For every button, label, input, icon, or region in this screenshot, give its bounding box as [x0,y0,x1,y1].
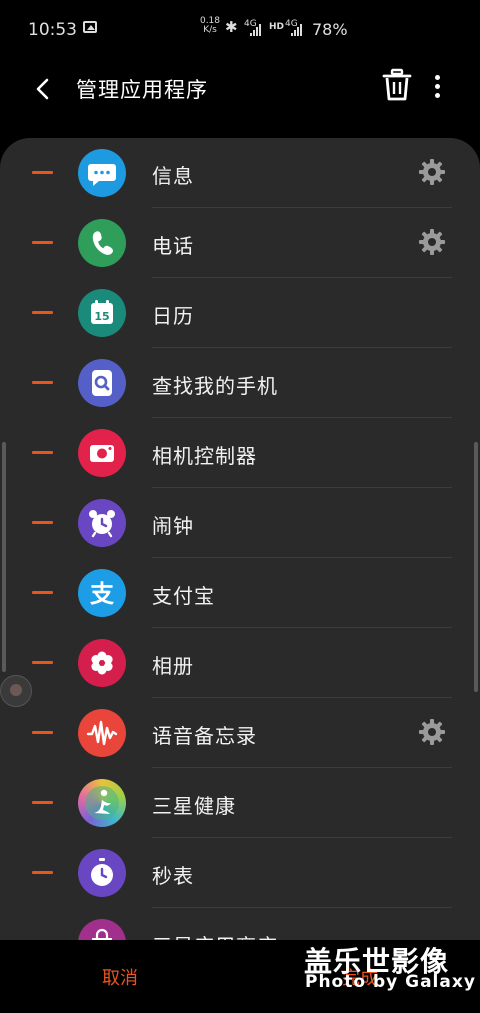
trash-icon[interactable] [382,68,412,102]
list-item-messages[interactable]: 信息 [0,138,480,208]
app-bar: 管理应用程序 [0,60,480,120]
app-name: 相机控制器 [152,444,257,468]
scrollbar[interactable] [474,442,478,692]
settings-gear-icon[interactable] [418,158,446,186]
signal-2-bars-icon [291,22,305,36]
calendar-icon: 15 [78,289,126,337]
alipay-icon-glyph: 支 [90,580,115,608]
page-title: 管理应用程序 [76,78,208,102]
app-name: 电话 [152,234,194,258]
phone-icon [78,219,126,267]
messages-icon [78,149,126,197]
remove-icon[interactable] [32,661,53,664]
list-item-find-my-phone[interactable]: 查找我的手机 [0,348,480,418]
list-item-stopwatch[interactable]: 秒表 [0,838,480,908]
list-item-phone[interactable]: 电话 [0,208,480,278]
list-item-calendar[interactable]: 15 日历 [0,278,480,348]
samsung-health-icon [78,779,126,827]
find-my-phone-icon [78,359,126,407]
hd-voice-label: HD [269,22,285,32]
cancel-button[interactable]: 取消 [60,964,180,990]
camera-controller-icon [78,429,126,477]
watermark-subtitle: Photo by Galaxy [305,972,476,992]
stopwatch-icon [78,849,126,897]
floating-bubble-icon[interactable] [0,675,32,707]
remove-icon[interactable] [32,311,53,314]
app-name: 支付宝 [152,584,215,608]
app-name: 闹钟 [152,514,194,538]
battery-level: 78% [312,20,348,39]
app-name: 日历 [152,304,194,328]
list-item-samsung-health[interactable]: 三星健康 [0,768,480,838]
status-time: 10:53 [28,20,77,40]
remove-icon[interactable] [32,521,53,524]
calendar-icon-date: 15 [94,310,109,323]
remove-icon[interactable] [32,871,53,874]
left-edge-scrollbar[interactable] [2,442,6,672]
remove-icon[interactable] [32,171,53,174]
list-item-voice-recorder[interactable]: 语音备忘录 [0,698,480,768]
alipay-icon: 支 [78,569,126,617]
more-options-icon[interactable] [428,72,446,102]
app-name: 秒表 [152,864,194,888]
app-name: 语音备忘录 [152,724,257,748]
remove-icon[interactable] [32,241,53,244]
list-item-alipay[interactable]: 支 支付宝 [0,558,480,628]
list-item-gallery[interactable]: 相册 [0,628,480,698]
status-bar: 10:53 0.18 K/s ✱ 4G HD 4G 78% [0,0,480,60]
settings-gear-icon[interactable] [418,718,446,746]
network-speed: 0.18 K/s [197,17,223,35]
remove-icon[interactable] [32,451,53,454]
list-item-alarm[interactable]: 闹钟 [0,488,480,558]
bottom-action-bar: 取消 完成 盖乐世影像 Photo by Galaxy [0,940,480,1013]
app-name: 信息 [152,164,194,188]
bluetooth-icon: ✱ [225,18,238,36]
remove-icon[interactable] [32,731,53,734]
app-name: 查找我的手机 [152,374,278,398]
network-speed-unit: K/s [203,25,217,35]
voice-recorder-icon [78,709,126,757]
list-item-galaxy-store[interactable]: 三星应用商店 [0,908,480,940]
alarm-icon [78,499,126,547]
app-name: 相册 [152,654,194,678]
gallery-notification-icon [83,21,97,33]
settings-gear-icon[interactable] [418,228,446,256]
app-name: 三星健康 [152,794,236,818]
app-name: 三星应用商店 [152,930,278,940]
gallery-icon [78,639,126,687]
signal-1-bars-icon [250,22,264,36]
app-list-panel: 信息 电话 15 日历 查找我的手机 相机控制器 闹钟 支 支付宝 相册 语音备… [0,138,480,940]
galaxy-store-icon [78,919,126,940]
list-item-camera-controller[interactable]: 相机控制器 [0,418,480,488]
remove-icon[interactable] [32,801,53,804]
remove-icon[interactable] [32,381,53,384]
remove-icon[interactable] [32,591,53,594]
back-arrow-icon[interactable] [32,74,54,104]
